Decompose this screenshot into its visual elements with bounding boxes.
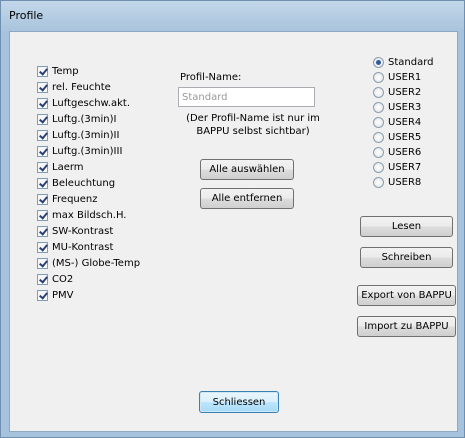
checkbox-label: PMV xyxy=(52,289,74,301)
dialog-body: Temp rel. Feuchte Luftgeschw.akt. Luftg.… xyxy=(9,31,458,432)
checkbox-checked-icon[interactable] xyxy=(37,209,48,221)
radio-label: USER6 xyxy=(388,146,422,158)
checkbox-checked-icon[interactable] xyxy=(37,193,48,205)
read-button[interactable]: Lesen xyxy=(360,216,453,237)
checkbox-luftgeschw[interactable]: Luftgeschw.akt. xyxy=(37,96,177,110)
radio-user2[interactable]: USER2 xyxy=(373,85,453,99)
radio-user1[interactable]: USER1 xyxy=(373,70,453,84)
radio-user4[interactable]: USER4 xyxy=(373,115,453,129)
checkbox-label: MU-Kontrast xyxy=(52,241,114,253)
radio-user5[interactable]: USER5 xyxy=(373,130,453,144)
write-button[interactable]: Schreiben xyxy=(360,247,453,268)
radio-label: Standard xyxy=(388,56,434,68)
checkbox-globe-temp[interactable]: (MS-) Globe-Temp xyxy=(37,256,177,270)
profile-name-note: (Der Profil-Name ist nur im BAPPU selbst… xyxy=(186,113,320,137)
checkbox-checked-icon[interactable] xyxy=(37,97,48,109)
checkbox-label: Laerm xyxy=(52,161,84,173)
export-from-bappu-button[interactable]: Export von BAPPU xyxy=(357,285,456,306)
radio-user3[interactable]: USER3 xyxy=(373,100,453,114)
remove-all-button[interactable]: Alle entfernen xyxy=(200,188,294,209)
checkbox-temp[interactable]: Temp xyxy=(37,64,177,78)
checkbox-sw-kontrast[interactable]: SW-Kontrast xyxy=(37,224,177,238)
profile-name-label: Profil-Name: xyxy=(180,72,242,83)
checkbox-checked-icon[interactable] xyxy=(37,65,48,77)
checkbox-mu-kontrast[interactable]: MU-Kontrast xyxy=(37,240,177,254)
title-bar[interactable]: Profile xyxy=(1,1,464,31)
radio-unselected-icon[interactable] xyxy=(373,71,384,83)
profile-name-input[interactable] xyxy=(178,87,315,107)
checkbox-label: CO2 xyxy=(52,273,74,285)
checkbox-co2[interactable]: CO2 xyxy=(37,272,177,286)
checkbox-frequenz[interactable]: Frequenz xyxy=(37,192,177,206)
checkbox-checked-icon[interactable] xyxy=(37,161,48,173)
radio-unselected-icon[interactable] xyxy=(373,116,384,128)
checkbox-checked-icon[interactable] xyxy=(37,81,48,93)
radio-standard[interactable]: Standard xyxy=(373,55,453,69)
profile-window: Profile Temp rel. Feuchte Luftgeschw.akt… xyxy=(0,0,465,438)
checkbox-label: SW-Kontrast xyxy=(52,225,114,237)
checkbox-luftg-3min-2[interactable]: Luftg.(3min)II xyxy=(37,128,177,142)
radio-label: USER1 xyxy=(388,71,422,83)
checkbox-luftg-3min-1[interactable]: Luftg.(3min)I xyxy=(37,112,177,126)
checkbox-label: (MS-) Globe-Temp xyxy=(52,257,141,269)
checkbox-label: Luftg.(3min)I xyxy=(52,113,117,125)
checkbox-checked-icon[interactable] xyxy=(37,241,48,253)
checkbox-checked-icon[interactable] xyxy=(37,145,48,157)
checkbox-max-bildsch[interactable]: max Bildsch.H. xyxy=(37,208,177,222)
checkbox-laerm[interactable]: Laerm xyxy=(37,160,177,174)
checkbox-checked-icon[interactable] xyxy=(37,257,48,269)
import-to-bappu-button[interactable]: Import zu BAPPU xyxy=(357,316,456,337)
checkbox-checked-icon[interactable] xyxy=(37,225,48,237)
radio-unselected-icon[interactable] xyxy=(373,146,384,158)
checkbox-label: Luftg.(3min)II xyxy=(52,129,120,141)
checkbox-checked-icon[interactable] xyxy=(37,177,48,189)
radio-label: USER4 xyxy=(388,116,422,128)
checkbox-checked-icon[interactable] xyxy=(37,129,48,141)
checkbox-beleuchtung[interactable]: Beleuchtung xyxy=(37,176,177,190)
radio-unselected-icon[interactable] xyxy=(373,101,384,113)
radio-unselected-icon[interactable] xyxy=(373,131,384,143)
checkbox-label: rel. Feuchte xyxy=(52,81,111,93)
checkbox-checked-icon[interactable] xyxy=(37,273,48,285)
checkbox-rel-feuchte[interactable]: rel. Feuchte xyxy=(37,80,177,94)
checkbox-label: max Bildsch.H. xyxy=(52,209,127,221)
radio-label: USER7 xyxy=(388,161,422,173)
radio-label: USER3 xyxy=(388,101,422,113)
radio-label: USER8 xyxy=(388,176,422,188)
checkbox-checked-icon[interactable] xyxy=(37,113,48,125)
checkbox-pmv[interactable]: PMV xyxy=(37,288,177,302)
radio-unselected-icon[interactable] xyxy=(373,86,384,98)
radio-user7[interactable]: USER7 xyxy=(373,160,453,174)
checkbox-label: Luftgeschw.akt. xyxy=(52,97,131,109)
radio-user8[interactable]: USER8 xyxy=(373,175,453,189)
radio-unselected-icon[interactable] xyxy=(373,176,384,188)
window-title: Profile xyxy=(9,9,44,22)
close-button[interactable]: Schliessen xyxy=(199,391,279,413)
checkbox-label: Beleuchtung xyxy=(52,177,116,189)
radio-user6[interactable]: USER6 xyxy=(373,145,453,159)
checkbox-label: Temp xyxy=(52,65,79,77)
radio-unselected-icon[interactable] xyxy=(373,161,384,173)
radio-label: USER2 xyxy=(388,86,422,98)
select-all-button[interactable]: Alle auswählen xyxy=(200,159,294,180)
radio-label: USER5 xyxy=(388,131,422,143)
radio-selected-icon[interactable] xyxy=(373,56,384,68)
checkbox-label: Frequenz xyxy=(52,193,98,205)
checkbox-label: Luftg.(3min)III xyxy=(52,145,123,157)
checkbox-checked-icon[interactable] xyxy=(37,289,48,301)
checkbox-luftg-3min-3[interactable]: Luftg.(3min)III xyxy=(37,144,177,158)
